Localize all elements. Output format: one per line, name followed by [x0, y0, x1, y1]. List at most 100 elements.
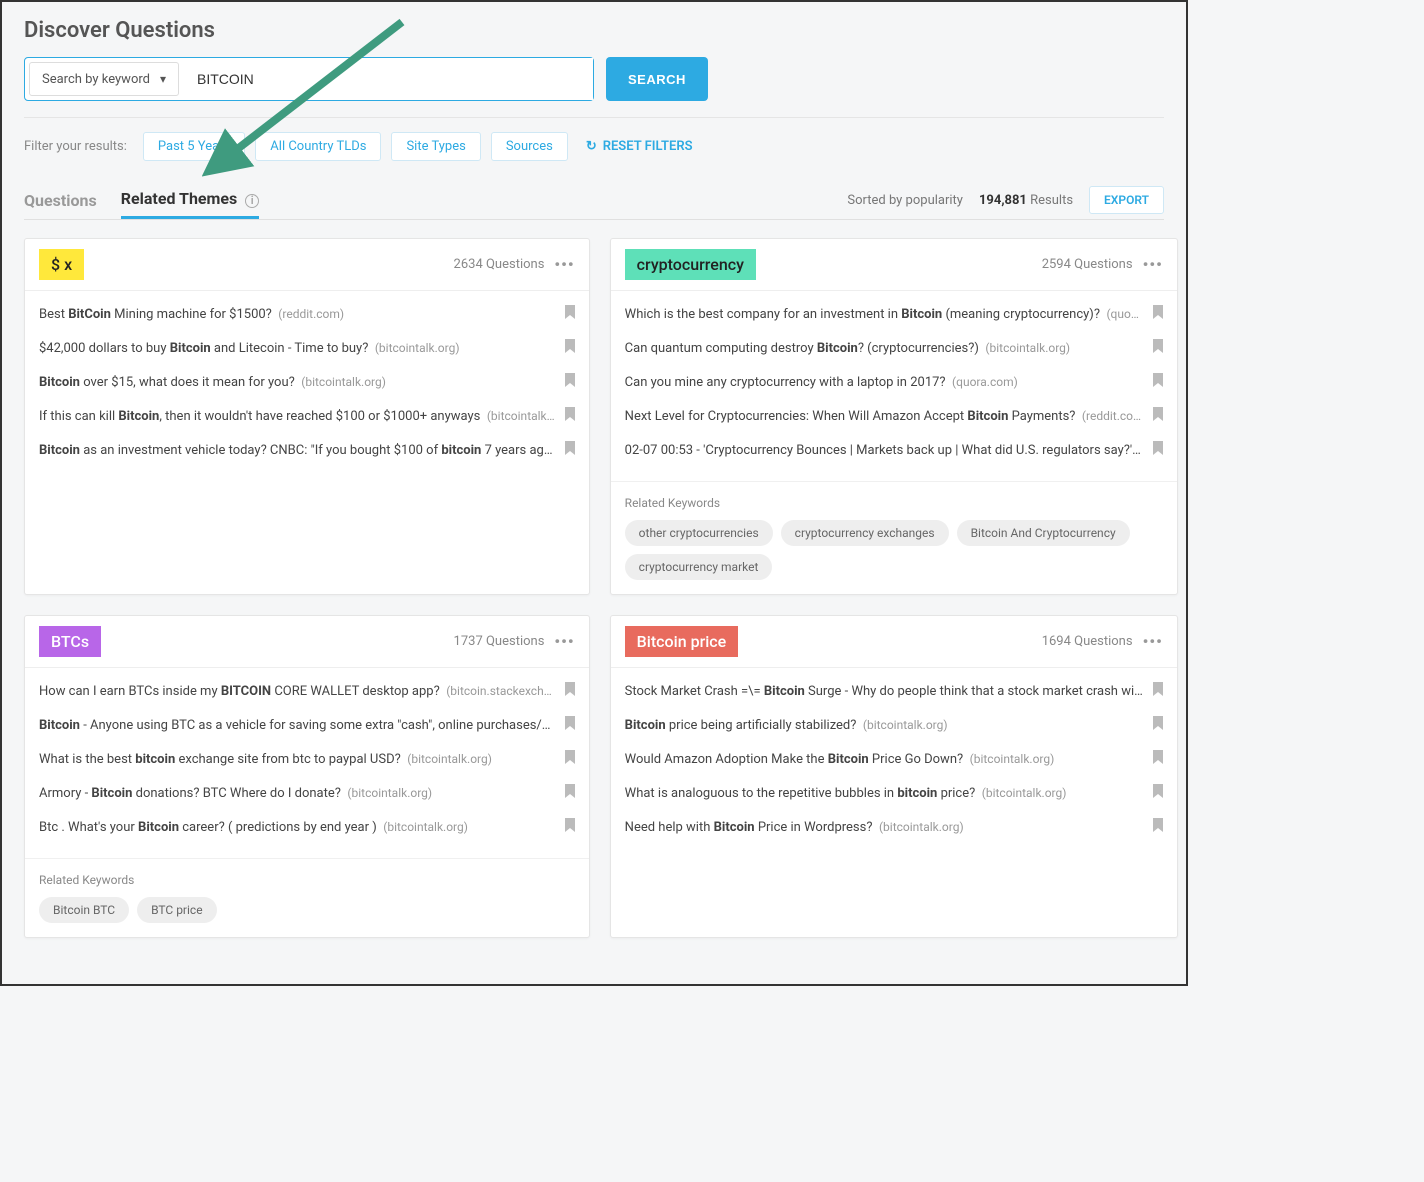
keyword-pill[interactable]: cryptocurrency exchanges [781, 520, 949, 546]
card-header: Bitcoin price 1694 Questions ••• [611, 616, 1177, 668]
question-row[interactable]: 02-07 00:53 - 'Cryptocurrency Bounces | … [611, 433, 1177, 467]
question-row[interactable]: Bitcoin - Anyone using BTC as a vehicle … [25, 708, 589, 742]
related-keywords: Related KeywordsBitcoin BTCBTC price [25, 858, 589, 937]
bookmark-icon[interactable] [565, 441, 575, 459]
search-group: Search by keyword ▾ [24, 57, 594, 101]
bookmark-icon[interactable] [1153, 682, 1163, 700]
bookmark-icon[interactable] [1153, 784, 1163, 802]
results-suffix: Results [1030, 193, 1073, 208]
bookmark-icon[interactable] [565, 407, 575, 425]
question-row[interactable]: Btc . What's your Bitcoin career? ( pred… [25, 810, 589, 844]
bookmark-icon[interactable] [1153, 305, 1163, 323]
question-text: If this can kill Bitcoin, then it wouldn… [39, 409, 555, 424]
question-row[interactable]: Need help with Bitcoin Price in Wordpres… [611, 810, 1177, 844]
filter-pill-countries[interactable]: All Country TLDs [255, 132, 381, 161]
search-type-select[interactable]: Search by keyword ▾ [29, 62, 179, 96]
question-text: Bitcoin as an investment vehicle today? … [39, 443, 555, 458]
more-icon[interactable]: ••• [554, 255, 574, 274]
question-row[interactable]: Bitcoin over $15, what does it mean for … [25, 365, 589, 399]
tab-questions[interactable]: Questions [24, 183, 97, 218]
question-row[interactable]: Can quantum computing destroy Bitcoin? (… [611, 331, 1177, 365]
question-row[interactable]: What is the best bitcoin exchange site f… [25, 742, 589, 776]
bookmark-icon[interactable] [1153, 716, 1163, 734]
question-text: How can I earn BTCs inside my BITCOIN CO… [39, 684, 555, 699]
question-text: Btc . What's your Bitcoin career? ( pred… [39, 820, 555, 835]
more-icon[interactable]: ••• [1143, 632, 1163, 651]
keyword-pill[interactable]: Bitcoin BTC [39, 897, 129, 923]
related-label: Related Keywords [625, 496, 1163, 510]
bookmark-icon[interactable] [1153, 339, 1163, 357]
question-row[interactable]: What is analoguous to the repetitive bub… [611, 776, 1177, 810]
bookmark-icon[interactable] [1153, 441, 1163, 459]
filter-pill-past5[interactable]: Past 5 Years [143, 132, 245, 161]
bookmark-icon[interactable] [565, 818, 575, 836]
reset-filters[interactable]: ↻ RESET FILTERS [586, 139, 693, 154]
theme-tag[interactable]: cryptocurrency [625, 249, 756, 280]
filter-pill-sources[interactable]: Sources [491, 132, 568, 161]
app-container: Discover Questions Search by keyword ▾ S… [0, 0, 1188, 986]
sorted-by: Sorted by popularity [847, 193, 963, 208]
bookmark-icon[interactable] [1153, 750, 1163, 768]
bookmark-icon[interactable] [565, 373, 575, 391]
bookmark-icon[interactable] [565, 305, 575, 323]
question-text: What is analoguous to the repetitive bub… [625, 786, 1143, 801]
more-icon[interactable]: ••• [1143, 255, 1163, 274]
filter-pill-sitetypes[interactable]: Site Types [391, 132, 480, 161]
question-row[interactable]: Stock Market Crash =\= Bitcoin Surge - W… [611, 674, 1177, 708]
bookmark-icon[interactable] [565, 716, 575, 734]
search-button[interactable]: SEARCH [606, 57, 708, 101]
bookmark-icon[interactable] [565, 784, 575, 802]
more-icon[interactable]: ••• [554, 632, 574, 651]
question-row[interactable]: Bitcoin as an investment vehicle today? … [25, 433, 589, 467]
filter-row: Filter your results: Past 5 Years All Co… [24, 132, 1164, 161]
question-count: 1737 Questions [454, 634, 545, 649]
bookmark-icon[interactable] [1153, 818, 1163, 836]
keyword-pill[interactable]: Bitcoin And Cryptocurrency [957, 520, 1130, 546]
question-row[interactable]: How can I earn BTCs inside my BITCOIN CO… [25, 674, 589, 708]
bookmark-icon[interactable] [565, 750, 575, 768]
question-count: 2594 Questions [1042, 257, 1133, 272]
question-row[interactable]: If this can kill Bitcoin, then it wouldn… [25, 399, 589, 433]
search-input[interactable] [183, 58, 593, 100]
question-text: Bitcoin - Anyone using BTC as a vehicle … [39, 718, 555, 733]
question-row[interactable]: Bitcoin price being artificially stabili… [611, 708, 1177, 742]
theme-tag[interactable]: $ x [39, 249, 84, 280]
tab-related-themes[interactable]: Related Themes i [121, 181, 260, 219]
keyword-pill[interactable]: cryptocurrency market [625, 554, 773, 580]
keyword-pills: other cryptocurrencies cryptocurrency exc… [625, 520, 1163, 580]
bookmark-icon[interactable] [1153, 407, 1163, 425]
themes-grid: $ x 2634 Questions ••• Best BitCoin Mining … [24, 238, 1164, 938]
theme-card: BTCs 1737 Questions ••• How can I earn BTCs… [24, 615, 590, 938]
theme-tag[interactable]: BTCs [39, 626, 101, 657]
theme-tag[interactable]: Bitcoin price [625, 626, 739, 657]
question-row[interactable]: Best BitCoin Mining machine for $1500? (… [25, 297, 589, 331]
page-title: Discover Questions [24, 18, 1164, 43]
question-row[interactable]: Armory - Bitcoin donations? BTC Where do… [25, 776, 589, 810]
question-row[interactable]: Can you mine any cryptocurrency with a l… [611, 365, 1177, 399]
question-text: $42,000 dollars to buy Bitcoin and Litec… [39, 341, 555, 356]
question-row[interactable]: Next Level for Cryptocurrencies: When Wi… [611, 399, 1177, 433]
card-header: BTCs 1737 Questions ••• [25, 616, 589, 668]
info-icon[interactable]: i [245, 194, 259, 208]
question-text: Can you mine any cryptocurrency with a l… [625, 375, 1143, 390]
question-text: Stock Market Crash =\= Bitcoin Surge - W… [625, 684, 1143, 699]
keyword-pills: Bitcoin BTC BTC price [39, 897, 575, 923]
bookmark-icon[interactable] [1153, 373, 1163, 391]
export-button[interactable]: EXPORT [1089, 186, 1164, 214]
keyword-pill[interactable]: BTC price [137, 897, 216, 923]
reset-label: RESET FILTERS [603, 139, 693, 154]
bookmark-icon[interactable] [565, 339, 575, 357]
question-row[interactable]: Would Amazon Adoption Make the Bitcoin P… [611, 742, 1177, 776]
bookmark-icon[interactable] [565, 682, 575, 700]
refresh-icon: ↻ [586, 139, 597, 154]
question-row[interactable]: $42,000 dollars to buy Bitcoin and Litec… [25, 331, 589, 365]
question-text: Would Amazon Adoption Make the Bitcoin P… [625, 752, 1143, 767]
keyword-pill[interactable]: other cryptocurrencies [625, 520, 773, 546]
question-count: 1694 Questions [1042, 634, 1133, 649]
divider [24, 117, 1164, 118]
question-row[interactable]: Which is the best company for an investm… [611, 297, 1177, 331]
question-text: Best BitCoin Mining machine for $1500? (… [39, 307, 555, 322]
search-row: Search by keyword ▾ SEARCH [24, 57, 1164, 101]
question-text: Armory - Bitcoin donations? BTC Where do… [39, 786, 555, 801]
question-count: 2634 Questions [454, 257, 545, 272]
